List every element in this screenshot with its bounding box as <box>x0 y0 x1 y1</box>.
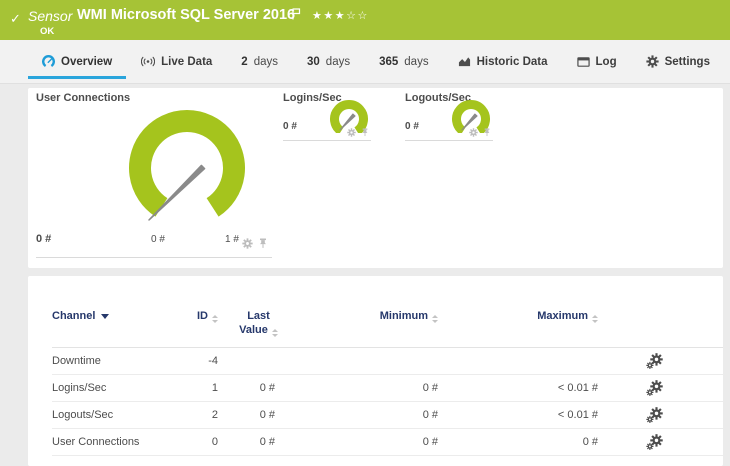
gauge-logouts-sec: Logouts/Sec 0 # <box>405 92 493 141</box>
status-ok-check-icon: ✓ <box>10 11 21 26</box>
table-row-downtime: Downtime -4 <box>52 348 723 375</box>
sort-icon <box>271 328 278 337</box>
channel-table-panel: Channel ID Last Value Minimum Maximum Do… <box>28 276 723 466</box>
cell-id: 1 <box>211 381 218 394</box>
gauge-logins-sec: Logins/Sec 0 # <box>283 92 371 141</box>
pin-icon[interactable] <box>361 128 369 137</box>
cell-maximum: < 0.01 # <box>557 381 598 394</box>
channel-table-header: Channel ID Last Value Minimum Maximum <box>52 310 723 348</box>
col-header-minimum[interactable]: Minimum <box>275 310 438 323</box>
tab-settings[interactable]: Settings <box>640 40 716 83</box>
sort-icon <box>212 315 218 323</box>
col-header-maximum[interactable]: Maximum <box>438 310 598 323</box>
sort-desc-icon <box>101 314 110 319</box>
tab-bar: Overview Live Data 2 days 30 days 365 da… <box>0 40 730 84</box>
cell-channel: Logouts/Sec <box>52 408 114 421</box>
gauge-current-value: 0 # <box>36 233 52 245</box>
sensor-header: ✓ Sensor WMI Microsoft SQL Server 2016 ★… <box>0 0 730 40</box>
edit-channel-gears-icon[interactable] <box>646 433 663 450</box>
edit-channel-gears-icon[interactable] <box>646 379 663 396</box>
cell-maximum: 0 # <box>582 435 598 448</box>
gauge-icon <box>42 55 55 67</box>
tab-live-data[interactable]: Live Data <box>135 40 218 83</box>
stars-empty: ☆☆ <box>346 10 369 22</box>
log-icon <box>576 56 590 67</box>
sensor-status-badge: OK <box>40 26 55 37</box>
cell-id: -4 <box>208 354 218 367</box>
channel-table: Channel ID Last Value Minimum Maximum Do… <box>28 276 723 456</box>
cell-last-value: 0 # <box>259 435 275 448</box>
cell-last-value: 0 # <box>259 408 275 421</box>
cell-last-value: 0 # <box>259 381 275 394</box>
cell-minimum: 0 # <box>422 435 438 448</box>
edit-channel-gears-icon[interactable] <box>646 406 663 423</box>
table-row-logins-sec: Logins/Sec 1 0 # 0 # < 0.01 # <box>52 375 723 402</box>
table-row-logouts-sec: Logouts/Sec 2 0 # 0 # < 0.01 # <box>52 402 723 429</box>
stars-filled: ★★★ <box>312 10 347 22</box>
sort-icon <box>592 315 598 323</box>
object-type-label: Sensor <box>28 8 73 24</box>
tab-historic-data[interactable]: Historic Data <box>452 40 554 83</box>
tab-30-days[interactable]: 30 days <box>301 40 356 83</box>
gauge-current-value: 0 # <box>405 121 419 132</box>
cell-id: 2 <box>211 408 218 421</box>
overview-gauges-panel: User Connections 0 # 1 # 0 # Logins/Sec … <box>28 88 723 268</box>
col-header-last-value[interactable]: Last Value <box>230 310 287 338</box>
gear-icon[interactable] <box>347 128 356 137</box>
tab-log[interactable]: Log <box>571 40 623 83</box>
pin-icon[interactable] <box>483 128 491 137</box>
flag-icon[interactable] <box>292 7 301 25</box>
cell-id: 0 <box>211 435 218 448</box>
gauge-current-value: 0 # <box>283 121 297 132</box>
edit-channel-gears-icon[interactable] <box>646 352 663 369</box>
gear-icon[interactable] <box>242 238 253 249</box>
priority-stars[interactable]: ★★★☆☆ <box>312 9 369 22</box>
gear-icon <box>645 55 659 68</box>
gauge-scale-min: 0 # <box>151 234 165 245</box>
col-header-id[interactable]: ID <box>172 310 218 323</box>
tab-2-days[interactable]: 2 days <box>235 40 284 83</box>
pin-icon[interactable] <box>258 238 268 249</box>
cell-minimum: 0 # <box>422 381 438 394</box>
tab-365-days[interactable]: 365 days <box>373 40 434 83</box>
cell-minimum: 0 # <box>422 408 438 421</box>
gear-icon[interactable] <box>469 128 478 137</box>
user-connections-gauge-dial <box>129 110 245 221</box>
cell-channel: Downtime <box>52 354 101 367</box>
cell-maximum: < 0.01 # <box>557 408 598 421</box>
gauge-user-connections: User Connections 0 # 1 # 0 # <box>36 92 272 258</box>
col-header-channel[interactable]: Channel <box>52 310 172 322</box>
table-row-user-connections: User Connections 0 0 # 0 # 0 # <box>52 429 723 456</box>
area-chart-icon <box>458 57 470 67</box>
sensor-title: WMI Microsoft SQL Server 2016 <box>77 7 296 23</box>
cell-channel: Logins/Sec <box>52 381 107 394</box>
cell-channel: User Connections <box>52 435 140 448</box>
live-data-icon <box>141 56 156 67</box>
tab-overview[interactable]: Overview <box>27 40 127 83</box>
